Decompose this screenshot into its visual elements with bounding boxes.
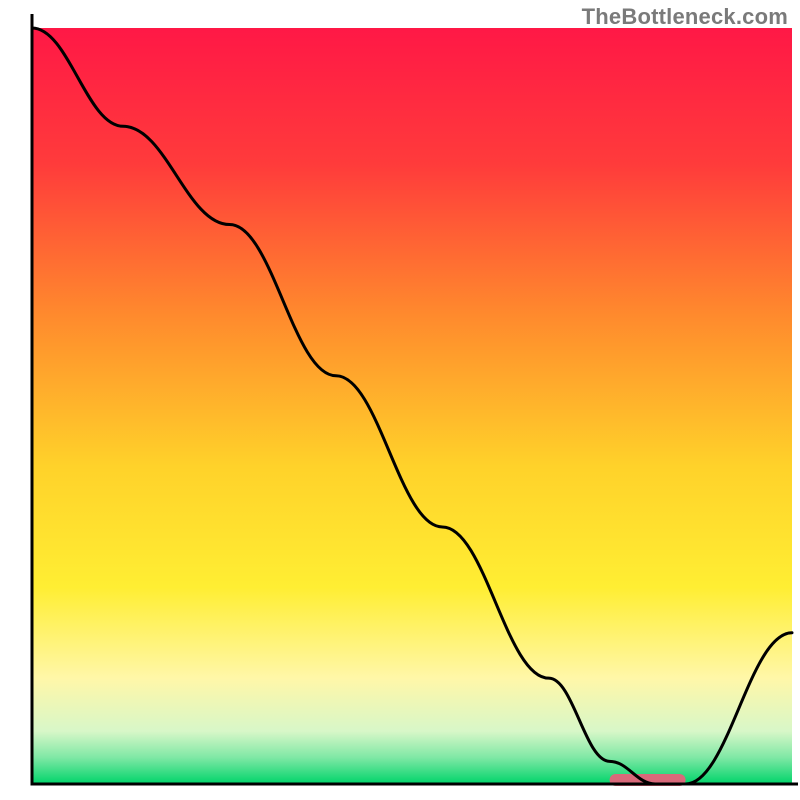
chart-svg [0, 0, 800, 800]
bottleneck-chart: TheBottleneck.com [0, 0, 800, 800]
watermark-text: TheBottleneck.com [582, 4, 788, 30]
plot-background [32, 28, 792, 784]
